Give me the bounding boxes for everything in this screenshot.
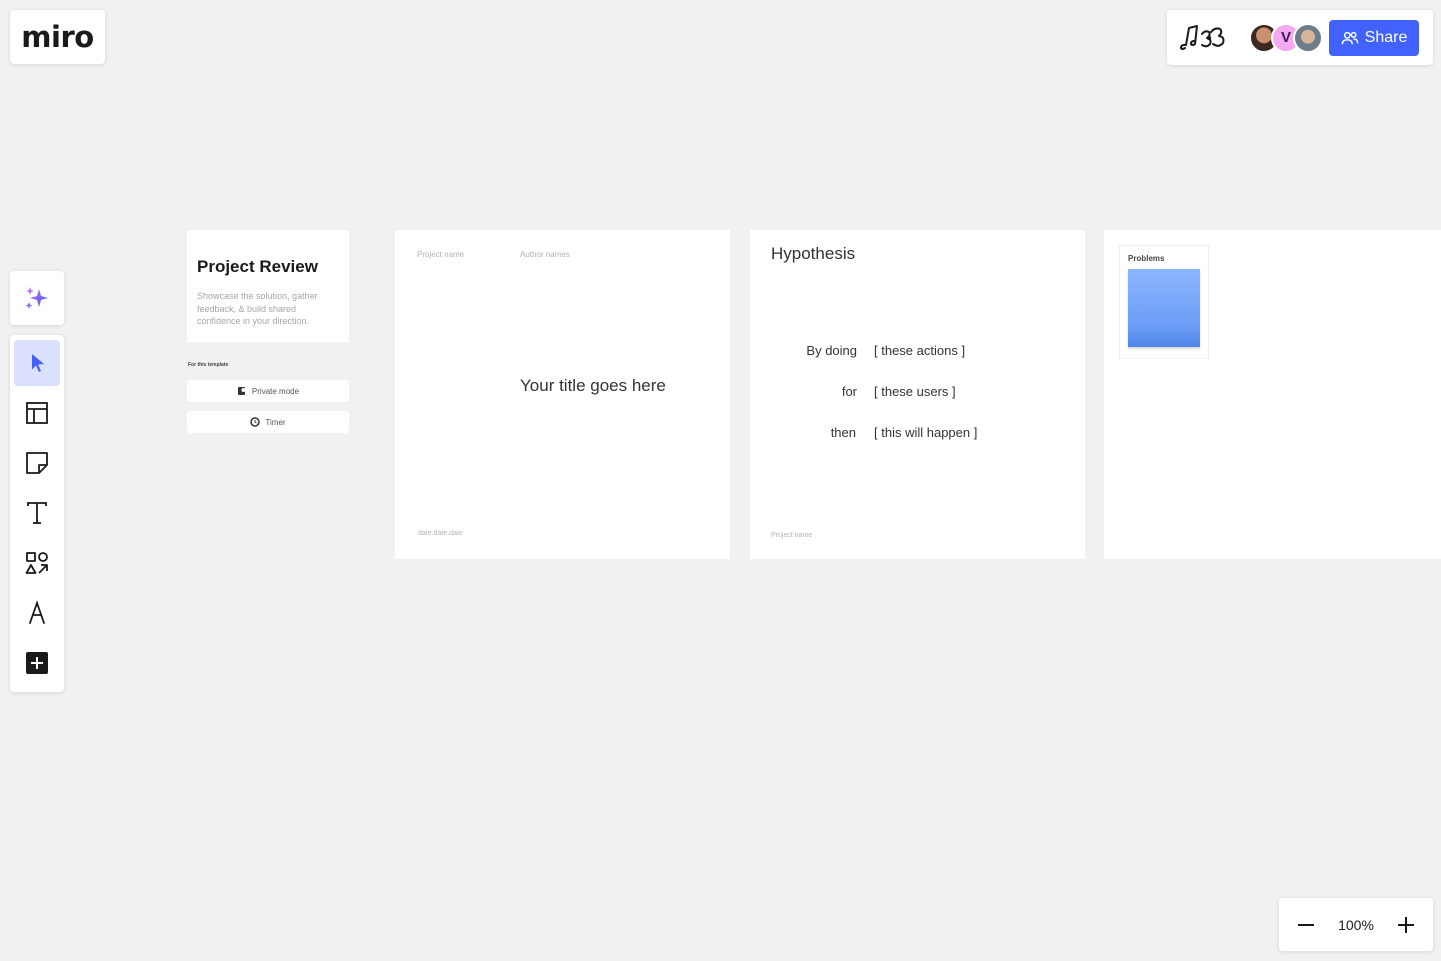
avatar-initial: V	[1280, 29, 1291, 46]
hypothesis-row-label: then	[830, 425, 856, 440]
project-review-title: Project Review	[197, 257, 318, 276]
problems-card[interactable]: Problems	[1120, 246, 1208, 358]
pen-icon	[29, 600, 45, 624]
templates-tool[interactable]	[14, 390, 60, 436]
share-button[interactable]: Share	[1329, 19, 1419, 56]
private-mode-label: Private mode	[251, 386, 300, 396]
logo-panel[interactable]: miro	[10, 10, 105, 64]
sticky-note[interactable]	[1128, 269, 1200, 347]
select-tool[interactable]	[14, 340, 60, 386]
problems-frame[interactable]: Problems	[1104, 230, 1441, 559]
pen-tool[interactable]	[14, 590, 60, 636]
music-notes-icon[interactable]	[1179, 22, 1233, 54]
sticky-note-tool[interactable]	[14, 440, 60, 486]
zoom-in-button[interactable]	[1393, 912, 1419, 938]
users-icon	[1341, 31, 1359, 44]
private-mode-button[interactable]: Private mode	[187, 380, 349, 402]
sparkle-icon[interactable]	[24, 285, 50, 311]
hypothesis-row-value[interactable]: [ these actions ]	[874, 343, 965, 358]
timer-button[interactable]: Timer	[187, 411, 349, 433]
project-name-label: Project name	[771, 532, 813, 539]
text-tool[interactable]	[14, 490, 60, 536]
hypothesis-row-value[interactable]: [ this will happen ]	[874, 425, 977, 440]
hypothesis-row-label: By doing	[806, 343, 857, 358]
shapes-icon	[25, 552, 48, 574]
shapes-tool[interactable]	[14, 540, 60, 586]
minus-icon	[1298, 923, 1314, 926]
title-frame[interactable]: Project name Author names Your title goe…	[395, 230, 730, 559]
sticky-note-icon	[26, 452, 48, 474]
miro-logo[interactable]: miro	[21, 20, 94, 54]
timer-icon	[250, 417, 261, 427]
share-label: Share	[1364, 28, 1408, 46]
timer-label: Timer	[265, 417, 286, 427]
project-review-card[interactable]: Project Review Showcase the solution, ga…	[187, 230, 349, 342]
problems-label: Problems	[1128, 254, 1165, 263]
plus-square-icon	[26, 652, 48, 674]
zoom-out-button[interactable]	[1293, 912, 1319, 938]
text-icon	[27, 502, 47, 524]
template-label: For this template	[188, 362, 229, 368]
project-name-label: Project name	[417, 250, 465, 259]
more-tools[interactable]	[14, 640, 60, 686]
layout-icon	[26, 402, 48, 424]
plus-icon	[1398, 916, 1414, 933]
hypothesis-row-label: for	[841, 384, 857, 399]
date-label: date.date.date	[418, 530, 463, 537]
ai-assist-panel[interactable]	[10, 271, 64, 325]
author-names-label: Author names	[520, 250, 570, 259]
top-right-bar: V Share	[1167, 10, 1433, 65]
zoom-panel: 100%	[1279, 898, 1433, 951]
private-mode-icon	[237, 387, 246, 395]
hypothesis-row-value[interactable]: [ these users ]	[874, 384, 956, 399]
hypothesis-frame[interactable]: Hypothesis By doing [ these actions ] fo…	[750, 230, 1085, 559]
cursor-icon	[32, 354, 44, 372]
tool-panel	[10, 335, 64, 692]
collaborator-avatars[interactable]: V	[1249, 22, 1323, 53]
hypothesis-title: Hypothesis	[771, 244, 856, 263]
avatar-3[interactable]	[1293, 22, 1323, 53]
zoom-level[interactable]: 100%	[1338, 917, 1374, 933]
title-placeholder[interactable]: Your title goes here	[520, 376, 666, 396]
project-review-description: Showcase the solution, gather feedback, …	[197, 291, 318, 326]
